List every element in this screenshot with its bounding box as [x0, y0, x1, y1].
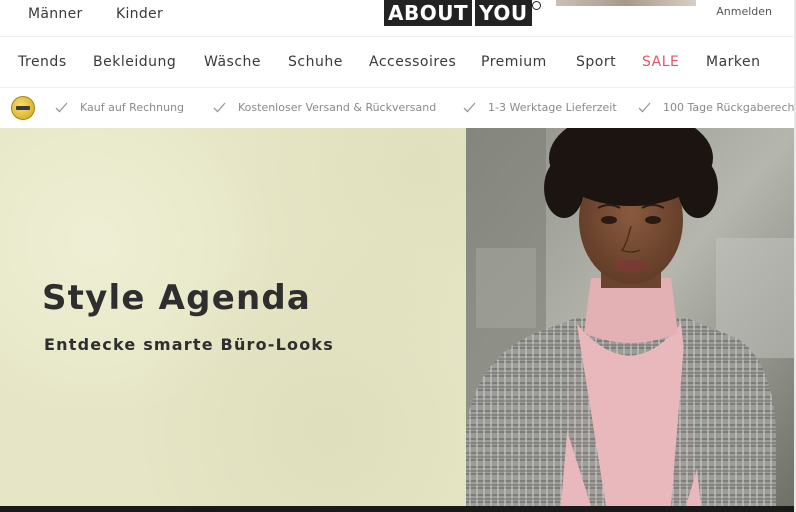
- category-marken[interactable]: Marken: [706, 54, 761, 70]
- category-bekleidung[interactable]: Bekleidung: [93, 54, 176, 70]
- category-premium[interactable]: Premium: [481, 54, 547, 70]
- logo-text-you: YOU: [475, 0, 532, 26]
- check-icon: [463, 102, 476, 113]
- usp-return-policy: 100 Tage Rückgaberecht: [638, 101, 796, 114]
- top-bar: Männer Kinder ABOUT YOU Anmelden: [0, 0, 796, 36]
- nav-men-link[interactable]: Männer: [28, 6, 83, 22]
- usp-label: Kostenloser Versand & Rückversand: [238, 101, 437, 114]
- logo-text-about: ABOUT: [384, 0, 473, 26]
- category-schuhe[interactable]: Schuhe: [288, 54, 343, 70]
- category-trends[interactable]: Trends: [18, 54, 67, 70]
- usp-label: Kauf auf Rechnung: [80, 101, 185, 114]
- hero-text-panel: Style Agenda Entdecke smarte Büro-Looks: [0, 128, 470, 506]
- category-waesche[interactable]: Wäsche: [204, 54, 261, 70]
- usp-label: 1-3 Werktage Lieferzeit: [488, 101, 617, 114]
- check-icon: [638, 102, 651, 113]
- login-link[interactable]: Anmelden: [716, 5, 772, 18]
- category-nav: Trends Bekleidung Wäsche Schuhe Accessoi…: [0, 36, 796, 87]
- about-you-page: Männer Kinder ABOUT YOU Anmelden Trends …: [0, 0, 796, 512]
- usp-label: 100 Tage Rückgaberecht: [663, 101, 796, 114]
- logo-registered-icon: [531, 1, 541, 10]
- about-you-logo[interactable]: ABOUT YOU: [384, 0, 541, 26]
- trusted-shop-seal-icon[interactable]: [11, 96, 35, 120]
- usp-free-shipping: Kostenloser Versand & Rückversand: [213, 101, 436, 114]
- check-icon: [55, 102, 68, 113]
- category-sale[interactable]: SALE: [642, 54, 679, 70]
- top-image-fragment: [556, 0, 696, 6]
- hero-model-photo: [466, 128, 796, 506]
- nav-kids-link[interactable]: Kinder: [116, 6, 163, 22]
- bottom-edge: [0, 506, 796, 512]
- usp-delivery-time: 1-3 Werktage Lieferzeit: [463, 101, 617, 114]
- category-sport[interactable]: Sport: [576, 54, 616, 70]
- hero-banner[interactable]: Style Agenda Entdecke smarte Büro-Looks: [0, 128, 796, 506]
- usp-invoice: Kauf auf Rechnung: [55, 101, 184, 114]
- hero-title: Style Agenda: [42, 278, 312, 318]
- check-icon: [213, 102, 226, 113]
- category-accessoires[interactable]: Accessoires: [369, 54, 456, 70]
- hero-subtitle: Entdecke smarte Büro-Looks: [44, 335, 334, 354]
- usp-bar: Kauf auf Rechnung Kostenloser Versand & …: [0, 87, 796, 128]
